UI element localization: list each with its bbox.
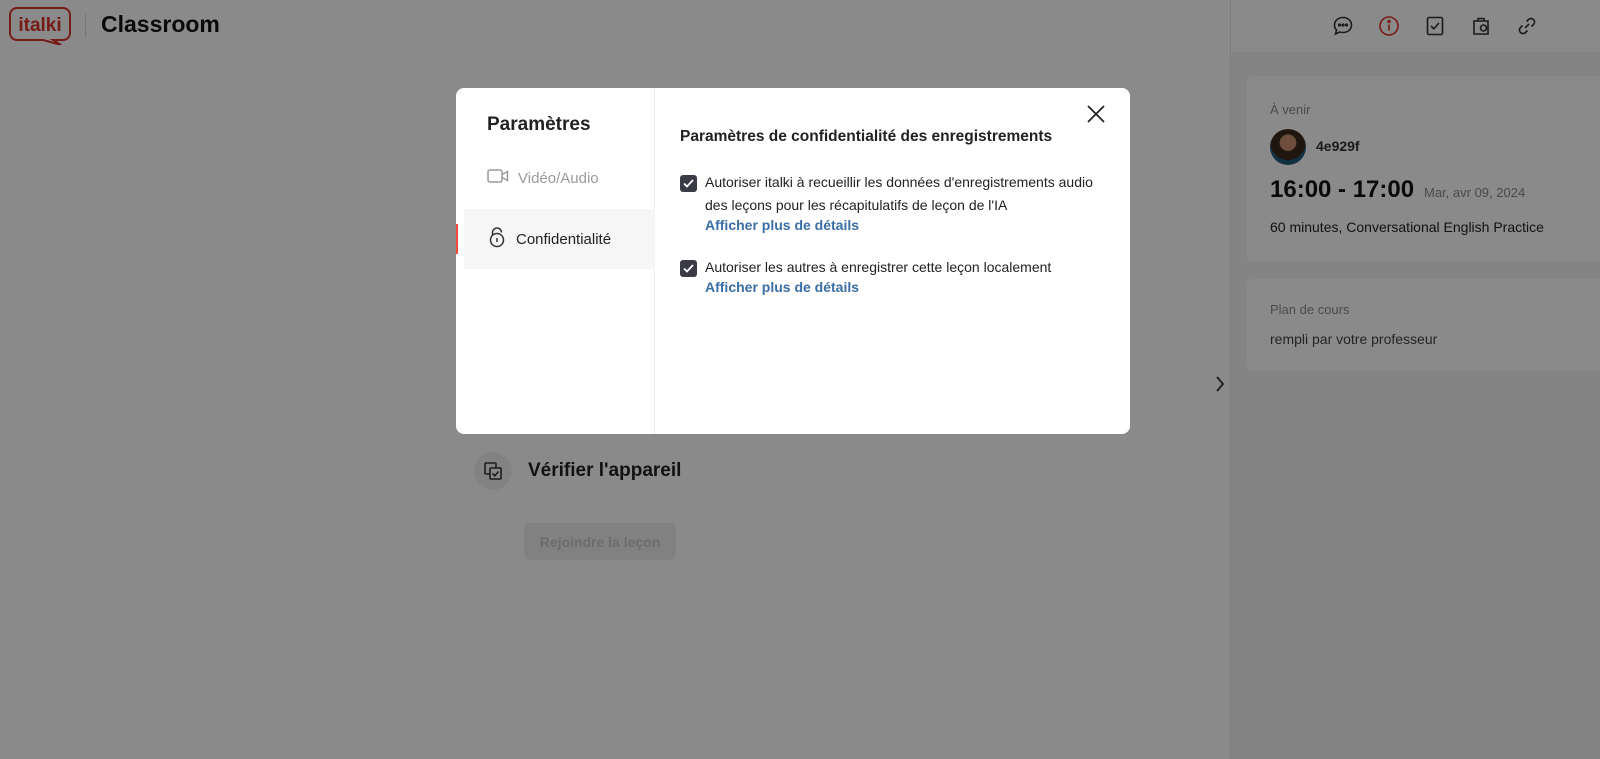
settings-nav: Paramètres Vidéo/Audio Confidentialité [456,88,655,434]
settings-title: Paramètres [487,114,591,135]
close-modal-button[interactable] [1084,102,1108,126]
ai-recording-checkbox[interactable] [680,175,697,192]
nav-item-privacy-label: Confidentialité [516,230,612,248]
ai-recording-details-link[interactable]: Afficher plus de détails [705,217,859,233]
nav-item-video-audio-label: Vidéo/Audio [518,169,599,187]
local-recording-text: Autoriser les autres à enregistrer cette… [705,259,1052,275]
privacy-settings-panel: Paramètres de confidentialité des enregi… [680,88,1120,434]
checkmark-icon [683,264,694,273]
privacy-section-title: Paramètres de confidentialité des enregi… [680,128,1053,145]
ai-recording-text: Autoriser italki à recueillir les donnée… [705,174,1093,213]
lock-icon [487,226,507,253]
checkmark-icon [683,179,694,188]
nav-item-video-audio[interactable]: Vidéo/Audio [464,148,655,208]
active-nav-indicator [456,224,458,254]
video-camera-icon [487,168,509,189]
local-recording-checkbox[interactable] [680,260,697,277]
settings-modal: Paramètres Vidéo/Audio Confidentialité P… [456,88,1130,434]
close-icon [1087,105,1105,123]
nav-item-privacy[interactable]: Confidentialité [464,209,655,269]
local-recording-details-link[interactable]: Afficher plus de détails [705,279,859,295]
